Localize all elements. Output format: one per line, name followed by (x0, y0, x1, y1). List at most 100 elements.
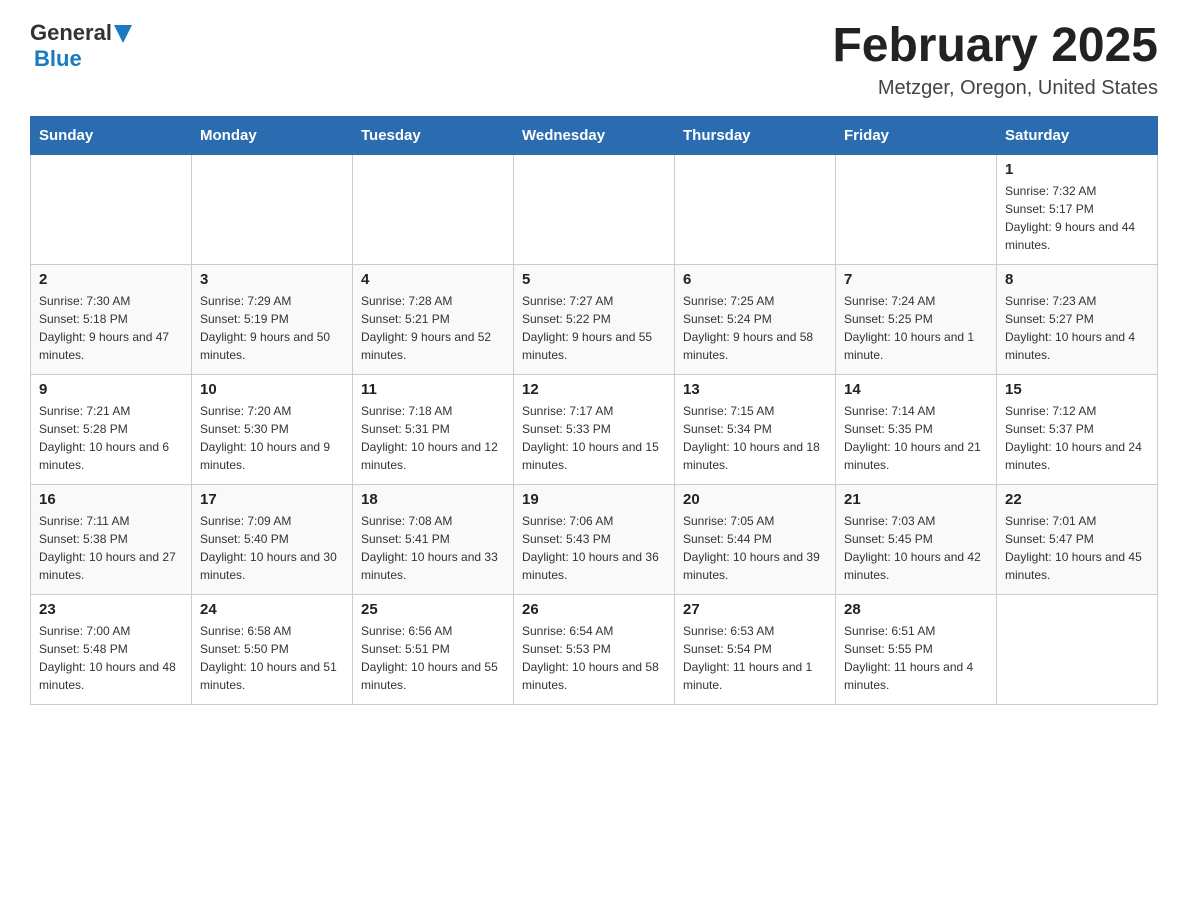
calendar-day-cell: 16 Sunrise: 7:11 AM Sunset: 5:38 PM Dayli… (31, 484, 192, 594)
col-monday: Monday (192, 116, 353, 154)
col-sunday: Sunday (31, 116, 192, 154)
day-number: 2 (39, 271, 183, 288)
logo-triangle-icon (114, 25, 132, 43)
day-number: 23 (39, 601, 183, 618)
day-info: Sunrise: 7:15 AM Sunset: 5:34 PM Dayligh… (683, 402, 827, 474)
day-info: Sunrise: 7:32 AM Sunset: 5:17 PM Dayligh… (1005, 182, 1149, 254)
calendar-week-row: 9 Sunrise: 7:21 AM Sunset: 5:28 PM Daylig… (31, 374, 1158, 484)
day-info: Sunrise: 7:29 AM Sunset: 5:19 PM Dayligh… (200, 292, 344, 364)
day-info: Sunrise: 7:23 AM Sunset: 5:27 PM Dayligh… (1005, 292, 1149, 364)
day-info: Sunrise: 7:12 AM Sunset: 5:37 PM Dayligh… (1005, 402, 1149, 474)
day-number: 12 (522, 381, 666, 398)
calendar-week-row: 1 Sunrise: 7:32 AM Sunset: 5:17 PM Daylig… (31, 154, 1158, 264)
day-info: Sunrise: 7:28 AM Sunset: 5:21 PM Dayligh… (361, 292, 505, 364)
day-info: Sunrise: 7:01 AM Sunset: 5:47 PM Dayligh… (1005, 512, 1149, 584)
day-number: 9 (39, 381, 183, 398)
calendar-day-cell: 7 Sunrise: 7:24 AM Sunset: 5:25 PM Daylig… (836, 264, 997, 374)
day-info: Sunrise: 7:21 AM Sunset: 5:28 PM Dayligh… (39, 402, 183, 474)
day-number: 26 (522, 601, 666, 618)
calendar-day-cell: 28 Sunrise: 6:51 AM Sunset: 5:55 PM Dayli… (836, 594, 997, 704)
day-info: Sunrise: 7:06 AM Sunset: 5:43 PM Dayligh… (522, 512, 666, 584)
calendar-day-cell: 21 Sunrise: 7:03 AM Sunset: 5:45 PM Dayli… (836, 484, 997, 594)
calendar-table: Sunday Monday Tuesday Wednesday Thursday… (30, 116, 1158, 705)
col-saturday: Saturday (997, 116, 1158, 154)
day-number: 15 (1005, 381, 1149, 398)
day-info: Sunrise: 6:58 AM Sunset: 5:50 PM Dayligh… (200, 622, 344, 694)
calendar-week-row: 2 Sunrise: 7:30 AM Sunset: 5:18 PM Daylig… (31, 264, 1158, 374)
day-info: Sunrise: 7:05 AM Sunset: 5:44 PM Dayligh… (683, 512, 827, 584)
calendar-day-cell: 10 Sunrise: 7:20 AM Sunset: 5:30 PM Dayli… (192, 374, 353, 484)
day-number: 5 (522, 271, 666, 288)
day-info: Sunrise: 7:03 AM Sunset: 5:45 PM Dayligh… (844, 512, 988, 584)
calendar-day-cell: 25 Sunrise: 6:56 AM Sunset: 5:51 PM Dayli… (353, 594, 514, 704)
calendar-day-cell: 1 Sunrise: 7:32 AM Sunset: 5:17 PM Daylig… (997, 154, 1158, 264)
day-info: Sunrise: 7:11 AM Sunset: 5:38 PM Dayligh… (39, 512, 183, 584)
col-tuesday: Tuesday (353, 116, 514, 154)
calendar-day-cell: 23 Sunrise: 7:00 AM Sunset: 5:48 PM Dayli… (31, 594, 192, 704)
calendar-day-cell: 11Sunrise: 7:18 AM Sunset: 5:31 PM Dayli… (353, 374, 514, 484)
day-number: 8 (1005, 271, 1149, 288)
day-number: 3 (200, 271, 344, 288)
calendar-day-cell (353, 154, 514, 264)
day-info: Sunrise: 7:25 AM Sunset: 5:24 PM Dayligh… (683, 292, 827, 364)
logo-general-text: General (30, 20, 112, 46)
calendar-day-cell: 6 Sunrise: 7:25 AM Sunset: 5:24 PM Daylig… (675, 264, 836, 374)
calendar-week-row: 16 Sunrise: 7:11 AM Sunset: 5:38 PM Dayli… (31, 484, 1158, 594)
day-number: 16 (39, 491, 183, 508)
day-info: Sunrise: 7:00 AM Sunset: 5:48 PM Dayligh… (39, 622, 183, 694)
day-number: 24 (200, 601, 344, 618)
day-number: 27 (683, 601, 827, 618)
calendar-day-cell (514, 154, 675, 264)
day-number: 1 (1005, 161, 1149, 178)
day-number: 25 (361, 601, 505, 618)
calendar-day-cell: 18Sunrise: 7:08 AM Sunset: 5:41 PM Dayli… (353, 484, 514, 594)
day-info: Sunrise: 7:24 AM Sunset: 5:25 PM Dayligh… (844, 292, 988, 364)
calendar-day-cell: 27 Sunrise: 6:53 AM Sunset: 5:54 PM Dayli… (675, 594, 836, 704)
day-number: 13 (683, 381, 827, 398)
calendar-day-cell (192, 154, 353, 264)
calendar-day-cell: 13 Sunrise: 7:15 AM Sunset: 5:34 PM Dayli… (675, 374, 836, 484)
calendar-day-cell (836, 154, 997, 264)
month-title: February 2025 (832, 20, 1158, 73)
calendar-day-cell (31, 154, 192, 264)
calendar-day-cell: 2 Sunrise: 7:30 AM Sunset: 5:18 PM Daylig… (31, 264, 192, 374)
calendar-day-cell: 20 Sunrise: 7:05 AM Sunset: 5:44 PM Dayli… (675, 484, 836, 594)
day-info: Sunrise: 7:30 AM Sunset: 5:18 PM Dayligh… (39, 292, 183, 364)
day-info: Sunrise: 6:51 AM Sunset: 5:55 PM Dayligh… (844, 622, 988, 694)
calendar-header-row: Sunday Monday Tuesday Wednesday Thursday… (31, 116, 1158, 154)
calendar-day-cell: 3 Sunrise: 7:29 AM Sunset: 5:19 PM Daylig… (192, 264, 353, 374)
calendar-day-cell: 24 Sunrise: 6:58 AM Sunset: 5:50 PM Dayli… (192, 594, 353, 704)
page-header: General Blue February 2025 Metzger, Oreg… (30, 20, 1158, 100)
day-number: 21 (844, 491, 988, 508)
calendar-day-cell: 12Sunrise: 7:17 AM Sunset: 5:33 PM Dayli… (514, 374, 675, 484)
day-info: Sunrise: 6:53 AM Sunset: 5:54 PM Dayligh… (683, 622, 827, 694)
day-number: 17 (200, 491, 344, 508)
col-friday: Friday (836, 116, 997, 154)
calendar-day-cell: 15 Sunrise: 7:12 AM Sunset: 5:37 PM Dayli… (997, 374, 1158, 484)
calendar-day-cell: 9 Sunrise: 7:21 AM Sunset: 5:28 PM Daylig… (31, 374, 192, 484)
day-number: 6 (683, 271, 827, 288)
calendar-day-cell: 26 Sunrise: 6:54 AM Sunset: 5:53 PM Dayli… (514, 594, 675, 704)
day-number: 7 (844, 271, 988, 288)
day-info: Sunrise: 7:08 AM Sunset: 5:41 PM Dayligh… (361, 512, 505, 584)
day-info: Sunrise: 6:56 AM Sunset: 5:51 PM Dayligh… (361, 622, 505, 694)
calendar-day-cell: 8 Sunrise: 7:23 AM Sunset: 5:27 PM Daylig… (997, 264, 1158, 374)
calendar-day-cell: 5 Sunrise: 7:27 AM Sunset: 5:22 PM Daylig… (514, 264, 675, 374)
col-thursday: Thursday (675, 116, 836, 154)
day-number: 19 (522, 491, 666, 508)
calendar-day-cell: 19 Sunrise: 7:06 AM Sunset: 5:43 PM Dayli… (514, 484, 675, 594)
day-info: Sunrise: 7:27 AM Sunset: 5:22 PM Dayligh… (522, 292, 666, 364)
logo-blue-text: Blue (34, 46, 82, 72)
calendar-day-cell (675, 154, 836, 264)
title-section: February 2025 Metzger, Oregon, United St… (832, 20, 1158, 100)
day-info: Sunrise: 7:20 AM Sunset: 5:30 PM Dayligh… (200, 402, 344, 474)
day-number: 20 (683, 491, 827, 508)
col-wednesday: Wednesday (514, 116, 675, 154)
day-number: 10 (200, 381, 344, 398)
day-number: 28 (844, 601, 988, 618)
day-info: Sunrise: 6:54 AM Sunset: 5:53 PM Dayligh… (522, 622, 666, 694)
day-number: 4 (361, 271, 505, 288)
logo: General Blue (30, 20, 132, 72)
calendar-day-cell: 22Sunrise: 7:01 AM Sunset: 5:47 PM Dayli… (997, 484, 1158, 594)
calendar-day-cell (997, 594, 1158, 704)
